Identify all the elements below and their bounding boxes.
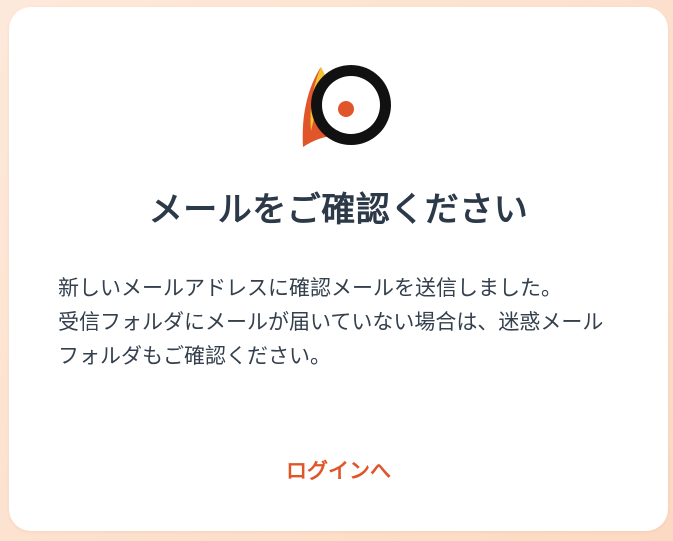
message-line-sent: 新しいメールアドレスに確認メールを送信しました。 [58,276,562,300]
login-link[interactable]: ログインへ [9,451,668,491]
confirmation-message: 新しいメールアドレスに確認メールを送信しました。 受信フォルダにメールが届いてい… [58,271,620,373]
message-line-spam-hint: 受信フォルダにメールが届いていない場合は、迷惑メールフォルダもご確認ください。 [58,310,604,368]
bird-eye-logo-icon [291,61,395,155]
page-title: メールをご確認ください [148,190,529,230]
confirmation-card: メールをご確認ください 新しいメールアドレスに確認メールを送信しました。 受信フ… [9,7,668,531]
